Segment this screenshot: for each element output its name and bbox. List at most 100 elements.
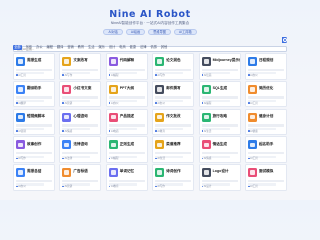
app-card[interactable]: 翻译助手 AI翻译	[13, 80, 55, 108]
app-card[interactable]: 广告标语 AI营销	[59, 164, 102, 191]
app-card-tag: AI办公	[248, 73, 258, 77]
category-tab[interactable]: 办公	[36, 45, 46, 50]
app-card[interactable]: 面试模拟 AI工具	[244, 164, 287, 191]
category-tab[interactable]: 翻译	[57, 45, 67, 50]
app-card-description	[201, 151, 238, 155]
app-card-tag: AI工具	[16, 73, 26, 77]
app-card[interactable]: 心理咨询 AI情感	[59, 108, 102, 136]
app-card-title: 面试模拟	[258, 169, 274, 174]
app-card-description	[108, 68, 145, 71]
app-card[interactable]: 代码解释 AI编程	[105, 53, 148, 80]
app-card[interactable]: 产品描述 AI电商	[105, 108, 148, 136]
feature-pill[interactable]: AI绘画	[125, 29, 146, 35]
app-card-tag: AI健康	[248, 129, 258, 133]
category-tab[interactable]: 写作	[26, 45, 36, 50]
app-card-description	[247, 179, 284, 183]
app-card[interactable]: 单词记忆 AI教育	[105, 164, 148, 191]
feature-pill[interactable]: AI工具箱	[173, 29, 197, 35]
app-card-title: 健身计划	[258, 113, 274, 118]
app-icon	[108, 57, 118, 66]
feature-pill[interactable]: 思维导图	[148, 29, 171, 35]
category-tab[interactable]: 娱乐	[98, 45, 108, 50]
app-card-description	[62, 124, 99, 127]
app-card-description	[201, 96, 238, 99]
app-card-tag: AI营销	[62, 101, 73, 105]
category-tab[interactable]: 设计	[109, 45, 119, 50]
category-tab[interactable]: 生活	[88, 45, 98, 50]
category-tab[interactable]: 情感	[150, 45, 160, 50]
app-card-tag: AI情感	[62, 129, 73, 133]
app-card-tag: AI工具	[248, 156, 258, 160]
app-card[interactable]: 诗词创作 AI写作	[152, 164, 195, 191]
app-card-title: 广告标语	[73, 169, 88, 174]
app-card-title: 故事创作	[27, 141, 42, 146]
app-card[interactable]: 菜谱推荐 AI生活	[152, 136, 195, 163]
app-card-description	[108, 179, 145, 183]
app-card-tag: AI办公	[155, 101, 165, 105]
app-card[interactable]: 正则生成 AI编程	[105, 136, 148, 163]
category-tab[interactable]: 编程	[47, 45, 57, 50]
category-tab[interactable]: 全部	[13, 45, 22, 50]
app-icon	[201, 112, 211, 122]
app-card-title: 翻译助手	[27, 86, 42, 91]
app-card[interactable]: 法律咨询 AI法律	[59, 136, 102, 163]
app-card-title: 菜谱推荐	[166, 141, 181, 146]
app-icon	[201, 57, 211, 66]
app-card[interactable]: 作文批改 AI教育	[152, 108, 195, 136]
app-icon	[62, 112, 72, 122]
app-card[interactable]: 起名助手 AI工具	[244, 136, 287, 163]
app-card-description	[62, 96, 99, 99]
app-icon	[247, 84, 257, 94]
app-card-title: 心理咨询	[73, 113, 88, 118]
app-card-description	[247, 124, 284, 127]
app-icon	[62, 168, 72, 178]
app-card[interactable]: 故事创作 AI写作	[13, 136, 55, 163]
app-card[interactable]: 健身计划 AI健康	[244, 108, 287, 136]
app-card[interactable]: 简历优化 AI工具	[244, 80, 287, 108]
app-card[interactable]: SQL生成 AI编程	[198, 80, 241, 108]
app-icon	[155, 84, 165, 94]
app-card-description	[16, 151, 52, 155]
app-card[interactable]: 文案改写 AI写作	[59, 53, 102, 80]
app-card[interactable]: 邮件撰写 AI办公	[152, 80, 195, 108]
app-card[interactable]: 旅行攻略 AI生活	[198, 108, 241, 136]
app-card[interactable]: Midjourney提示词 AI绘画	[198, 53, 241, 80]
category-tab[interactable]: 其他	[161, 45, 171, 50]
app-card[interactable]: PPT大纲 AI办公	[105, 80, 148, 108]
category-tab[interactable]: 健康	[130, 45, 140, 50]
app-card[interactable]: 论文润色 AI写作	[152, 53, 195, 80]
app-icon	[155, 168, 165, 178]
category-tab[interactable]: 电商	[119, 45, 129, 50]
app-card-title: 单词记忆	[119, 169, 135, 174]
feature-pill[interactable]: AI对话	[103, 29, 123, 35]
app-card-tag: AI写作	[16, 156, 26, 160]
app-card-description	[201, 179, 238, 183]
app-card[interactable]: 周报总结 AI办公	[13, 164, 55, 191]
app-card-description	[16, 179, 52, 183]
app-card-tag: AI编程	[109, 73, 119, 77]
app-card-tag: AI情感	[202, 156, 212, 160]
app-card[interactable]: 周报生成 AI工具	[13, 53, 55, 80]
site-logo[interactable]: Nine AI Robot	[0, 9, 300, 20]
app-card[interactable]: 情话生成 AI情感	[198, 136, 241, 163]
app-grid: 周报生成 AI工具 文案改写 AI写作 代码解释 AI编程 论文润色 AI写作 Midjourn…	[13, 53, 287, 191]
app-card-title: SQL生成	[212, 86, 228, 91]
app-card[interactable]: 短视频脚本 AI营销	[13, 108, 55, 136]
category-tab[interactable]: 营销	[67, 45, 77, 50]
app-card-description	[201, 124, 238, 127]
app-card-description	[155, 124, 192, 127]
app-icon	[62, 57, 72, 66]
feature-pills: AI对话 AI绘画 思维导图 AI工具箱	[0, 29, 300, 35]
category-tab[interactable]: 教育	[78, 45, 88, 50]
app-card[interactable]: 日程规划 AI办公	[244, 53, 287, 80]
search-icon[interactable]	[281, 37, 287, 43]
app-card-title: 论文润色	[166, 58, 181, 63]
app-card-title: 代码解释	[119, 58, 135, 63]
category-tab[interactable]: 法律	[140, 45, 150, 50]
app-icon	[16, 57, 25, 66]
app-card-title: 诗词创作	[166, 169, 181, 174]
app-card-description	[62, 151, 99, 155]
app-card[interactable]: Logo设计 AI设计	[198, 164, 241, 191]
app-card-tag: AI营销	[16, 129, 26, 133]
app-card[interactable]: 小红书文案 AI营销	[59, 80, 102, 108]
